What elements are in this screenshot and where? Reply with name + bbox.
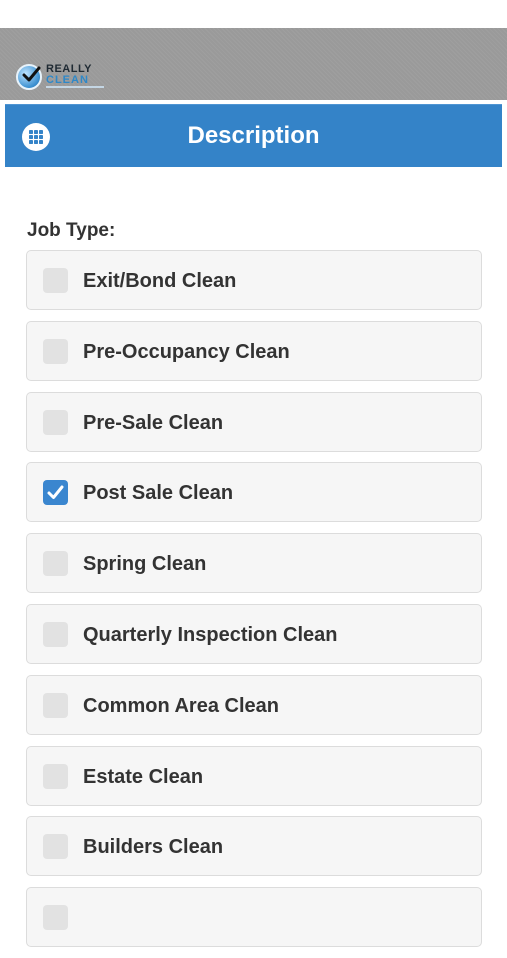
checkbox[interactable] [43, 338, 68, 364]
checkbox[interactable] [43, 268, 68, 293]
job-type-label: Job Type: [27, 220, 116, 241]
option-pre-occupancy-clean[interactable]: Pre-Occupancy Clean [26, 320, 482, 381]
status-bar [0, 0, 507, 28]
check-icon [47, 485, 64, 500]
really-clean-logo: REALLY CLEAN [16, 62, 108, 92]
option-builders-clean[interactable]: Builders Clean [26, 816, 482, 877]
option-label: Estate Clean [83, 765, 204, 788]
option-label: Pre-Sale Clean [83, 411, 224, 434]
option-label: Quarterly Inspection Clean [83, 623, 338, 646]
logo-subword: CLEAN [46, 74, 89, 86]
checkbox[interactable] [43, 409, 68, 435]
checkbox[interactable] [43, 551, 68, 577]
page-title: Description [187, 122, 320, 149]
job-type-options: Exit/Bond Clean Pre-Occupancy Clean Pre-… [26, 250, 482, 958]
checkbox[interactable] [43, 621, 68, 647]
option-label: Exit/Bond Clean [83, 270, 237, 292]
option-estate-clean[interactable]: Estate Clean [26, 745, 482, 806]
option-label: Pre-Occupancy Clean [83, 340, 290, 363]
option-post-sale-clean[interactable]: Post Sale Clean [26, 462, 482, 523]
logo-tagline-line [46, 86, 104, 88]
option-partially-visible[interactable] [26, 887, 482, 948]
option-label: Post Sale Clean [83, 482, 234, 505]
brand-bar: REALLY CLEAN [0, 28, 507, 100]
checkbox[interactable] [43, 905, 68, 931]
option-label: Spring Clean [83, 553, 207, 576]
header-bar: Description [5, 104, 502, 167]
option-exit-bond-clean[interactable]: Exit/Bond Clean [26, 250, 482, 310]
checkbox[interactable] [43, 834, 68, 860]
option-label: Builders Clean [83, 836, 224, 859]
option-spring-clean[interactable]: Spring Clean [26, 533, 482, 594]
option-common-area-clean[interactable]: Common Area Clean [26, 674, 482, 735]
checkbox-checked[interactable] [43, 480, 68, 506]
option-label: Common Area Clean [83, 694, 279, 717]
checkbox[interactable] [43, 692, 68, 718]
option-pre-sale-clean[interactable]: Pre-Sale Clean [26, 391, 482, 452]
checkmark-icon [22, 66, 41, 82]
checkbox[interactable] [43, 763, 68, 789]
option-quarterly-inspection-clean[interactable]: Quarterly Inspection Clean [26, 603, 482, 664]
